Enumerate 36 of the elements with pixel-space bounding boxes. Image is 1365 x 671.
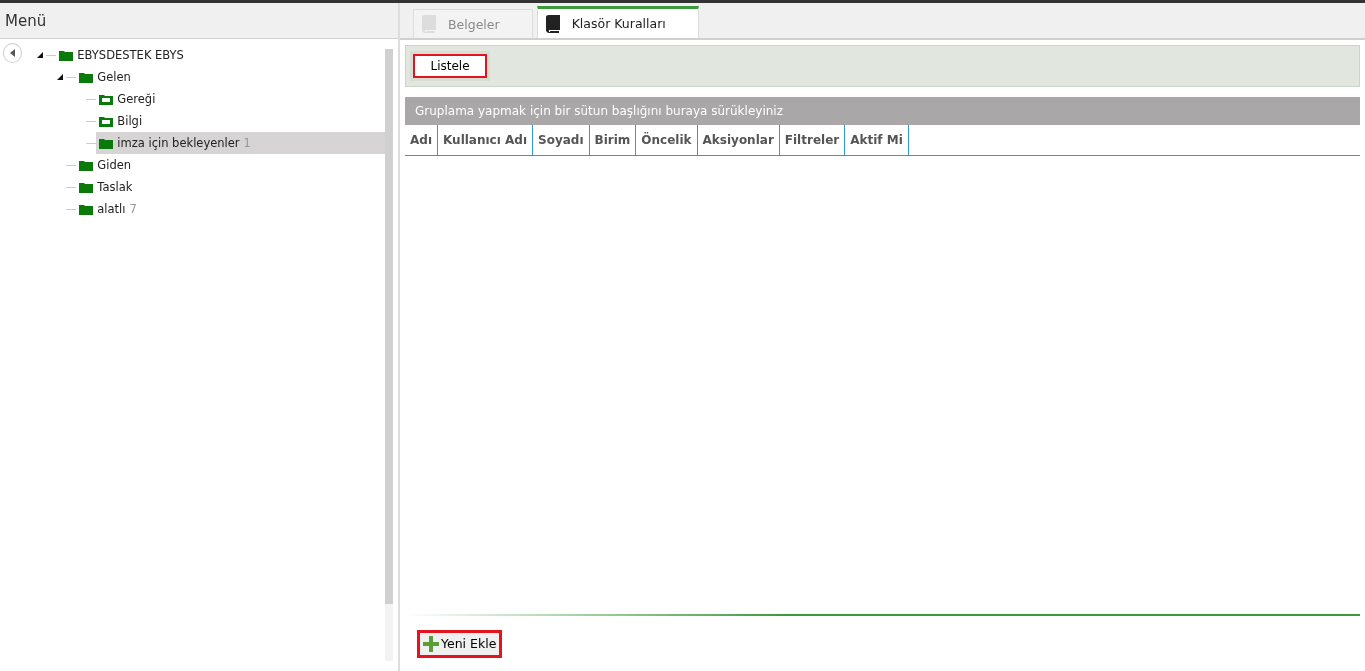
inbox-folder-icon xyxy=(99,93,114,105)
expand-toggle-icon[interactable] xyxy=(56,73,65,81)
tree-item[interactable]: Taslak xyxy=(76,176,136,198)
arrow-left-icon xyxy=(9,49,16,57)
folder-icon xyxy=(79,181,94,193)
tree-item[interactable]: EBYSDESTEK EBYS xyxy=(56,44,187,66)
column-header[interactable]: Birim xyxy=(589,125,637,155)
column-header[interactable]: Filtreler xyxy=(779,125,846,155)
tree-item[interactable]: alatlı 7 xyxy=(76,198,140,220)
collapse-button[interactable] xyxy=(3,43,23,63)
scrollbar-thumb[interactable] xyxy=(385,49,393,604)
column-header[interactable]: Aksiyonlar xyxy=(697,125,780,155)
plus-icon xyxy=(423,635,439,652)
tree-item[interactable]: imza için bekleyenler 1 xyxy=(96,132,386,154)
folder-icon xyxy=(79,159,94,171)
tab[interactable]: Klasör Kuralları xyxy=(536,6,699,38)
tree-item[interactable]: Giden xyxy=(76,154,135,176)
column-header[interactable]: Adı xyxy=(405,125,438,155)
book-icon xyxy=(545,14,560,33)
folder-icon xyxy=(99,137,114,149)
tree-item[interactable]: Gelen xyxy=(76,66,134,88)
folder-icon xyxy=(79,71,94,83)
list-button[interactable]: Listele xyxy=(413,54,487,78)
column-header[interactable]: Öncelik xyxy=(636,125,698,155)
column-header[interactable]: Aktif Mi xyxy=(845,125,909,155)
folder-icon xyxy=(79,203,94,215)
column-header[interactable]: Soyadı xyxy=(533,125,590,155)
group-hint: Gruplama yapmak için bir sütun başlığını buraya sürükleyiniz xyxy=(415,104,783,118)
tree-item[interactable]: Gereği xyxy=(96,88,159,110)
tree-item[interactable]: Bilgi xyxy=(96,110,146,132)
expand-toggle-icon[interactable] xyxy=(36,51,45,59)
inbox-folder-icon xyxy=(99,115,114,127)
folder-icon xyxy=(59,49,74,61)
add-button[interactable]: Yeni Ekle xyxy=(417,629,503,658)
menu-title: Menü xyxy=(5,11,47,30)
column-header[interactable]: Kullanıcı Adı xyxy=(438,125,533,155)
